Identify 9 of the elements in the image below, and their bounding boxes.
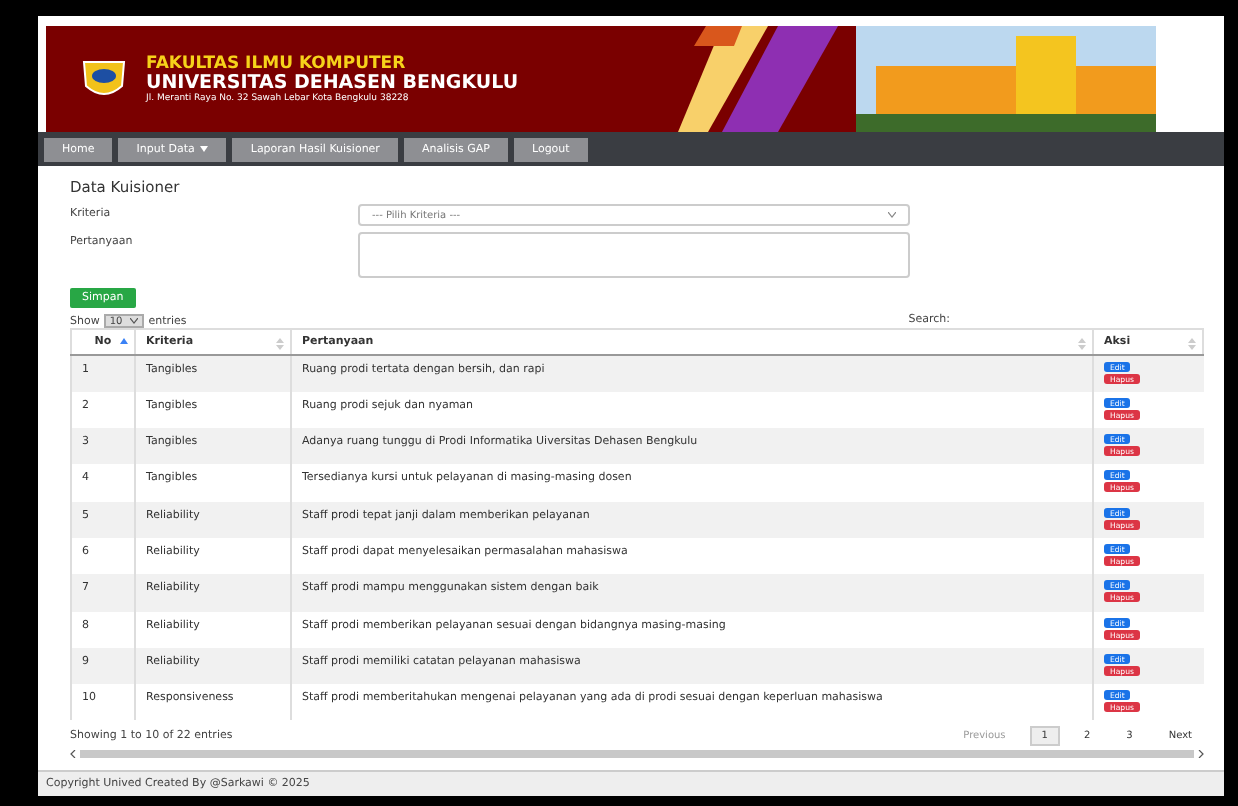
university-logo-icon <box>78 57 130 101</box>
university-name: UNIVERSITAS DEHASEN BENGKULU <box>146 73 519 93</box>
chevron-down-icon <box>130 318 139 324</box>
horizontal-scrollbar[interactable] <box>80 750 1194 759</box>
scroll-left-icon[interactable] <box>70 750 76 759</box>
caret-down-icon <box>200 146 209 152</box>
faculty-name: FAKULTAS ILMU KOMPUTER <box>146 55 408 73</box>
scroll-right-icon[interactable] <box>1198 750 1204 759</box>
chevron-down-icon <box>888 212 896 218</box>
